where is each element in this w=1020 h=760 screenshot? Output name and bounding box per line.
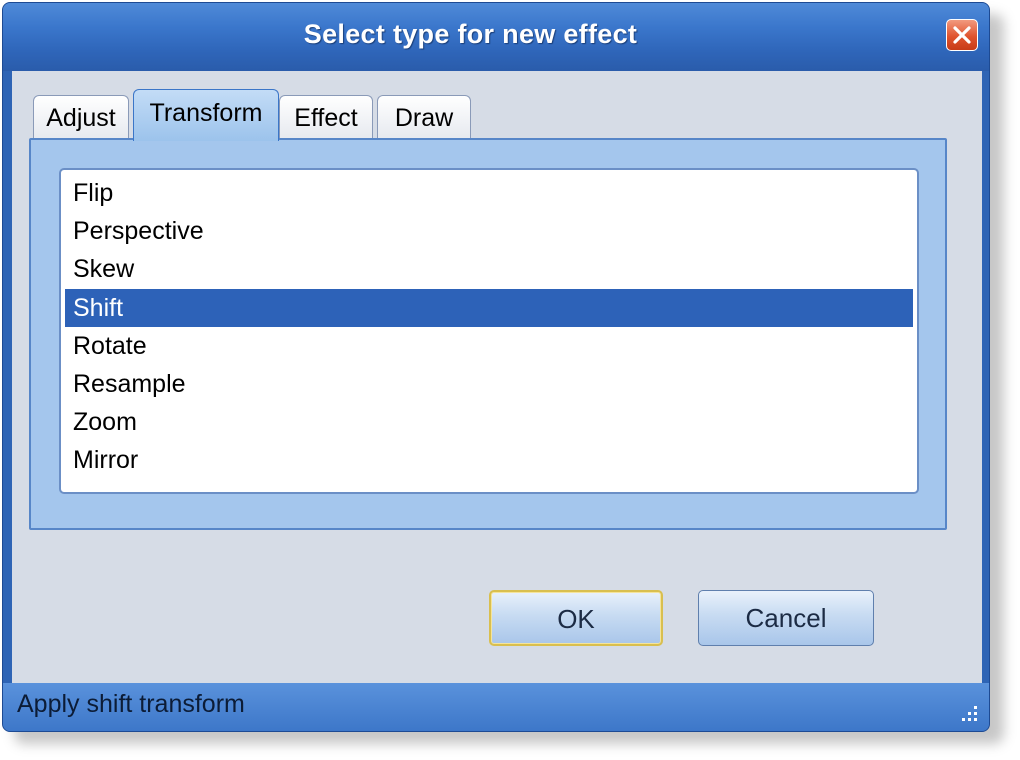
title-bar[interactable]: Select type for new effect: [3, 3, 989, 71]
list-item-perspective[interactable]: Perspective: [65, 212, 913, 250]
tab-effect-label: Effect: [294, 104, 358, 132]
tab-transform[interactable]: Transform: [133, 89, 279, 141]
close-icon: [953, 26, 971, 44]
resize-grip-icon[interactable]: [957, 701, 979, 723]
transform-tab-panel: Flip Perspective Skew Shift Rotate Resam…: [29, 138, 947, 530]
dialog-body: Adjust Transform Effect Draw Flip Perspe…: [12, 71, 982, 683]
list-item-mirror[interactable]: Mirror: [65, 441, 913, 479]
list-item-flip[interactable]: Flip: [65, 174, 913, 212]
tab-adjust[interactable]: Adjust: [33, 95, 129, 139]
list-item-skew[interactable]: Skew: [65, 250, 913, 288]
effect-type-list[interactable]: Flip Perspective Skew Shift Rotate Resam…: [59, 168, 919, 494]
tab-draw[interactable]: Draw: [377, 95, 471, 139]
list-item-resample[interactable]: Resample: [65, 365, 913, 403]
screen: Select type for new effect Adjust Transf…: [0, 0, 1020, 760]
ok-button[interactable]: OK: [489, 590, 663, 646]
list-item-zoom[interactable]: Zoom: [65, 403, 913, 441]
select-effect-dialog: Select type for new effect Adjust Transf…: [2, 2, 990, 732]
tab-transform-label: Transform: [149, 99, 263, 127]
tab-effect[interactable]: Effect: [279, 95, 373, 139]
list-item-rotate[interactable]: Rotate: [65, 327, 913, 365]
tab-draw-label: Draw: [394, 104, 454, 132]
cancel-button[interactable]: Cancel: [698, 590, 874, 646]
list-item-shift[interactable]: Shift: [65, 289, 913, 327]
close-button[interactable]: [946, 19, 978, 51]
status-text: Apply shift transform: [17, 690, 245, 718]
tab-adjust-label: Adjust: [46, 104, 116, 132]
status-bar: Apply shift transform: [3, 683, 989, 731]
dialog-title: Select type for new effect: [303, 19, 638, 49]
